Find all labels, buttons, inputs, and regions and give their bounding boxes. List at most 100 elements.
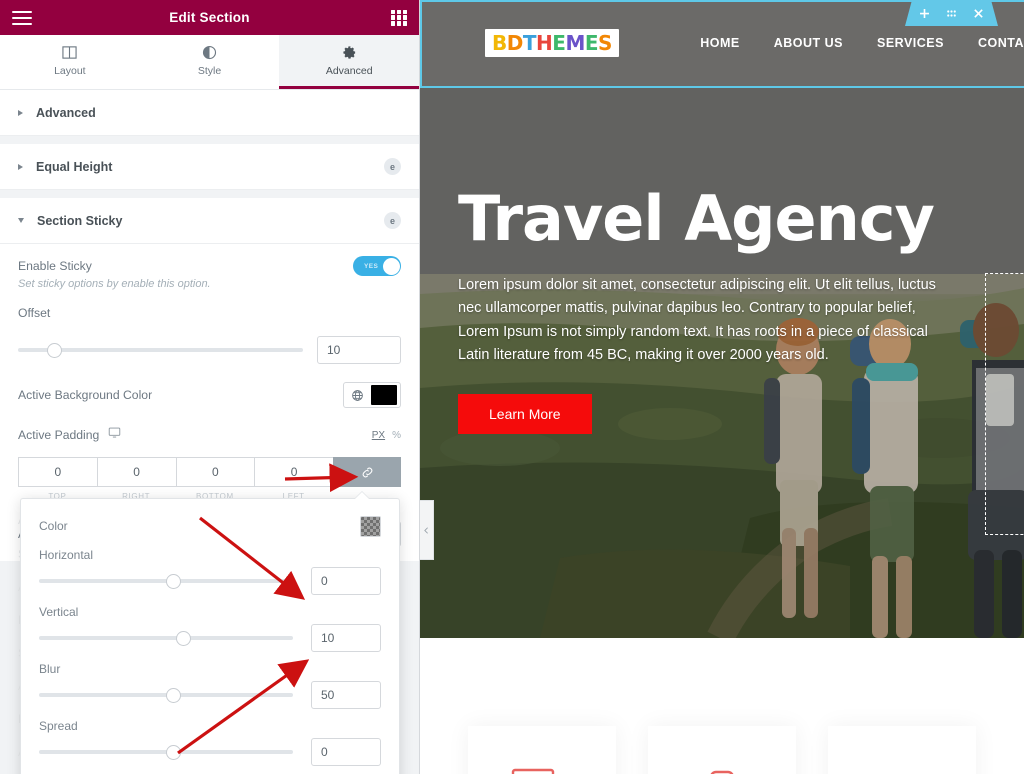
nav-item-home[interactable]: HOME — [700, 36, 740, 50]
slider-knob[interactable] — [166, 687, 181, 703]
hero-content: Travel Agency Lorem ipsum dolor sit amet… — [420, 88, 1024, 434]
shadow-vertical-label: Vertical — [39, 605, 79, 619]
site-nav: HOME ABOUT US SERVICES CONTA — [700, 36, 1024, 50]
logo-letter: T — [522, 31, 537, 55]
section-header-equal-height[interactable]: Equal Height e — [0, 144, 419, 190]
shadow-blur-group: Blur 50 — [39, 662, 381, 709]
shadow-blur-slider[interactable] — [39, 687, 293, 703]
active-padding-label: Active Padding — [18, 428, 100, 442]
padding-bottom-cell: 0 BOTTOM — [175, 457, 255, 501]
offset-slider-row: 10 — [18, 336, 401, 364]
shadow-blur-input[interactable]: 50 — [311, 681, 381, 709]
learn-more-button[interactable]: Learn More — [458, 393, 592, 434]
enable-sticky-toggle[interactable]: YES — [353, 256, 401, 276]
feature-card[interactable] — [648, 726, 796, 774]
section-header-advanced[interactable]: Advanced — [0, 90, 419, 136]
enable-sticky-label: Enable Sticky — [18, 259, 92, 273]
nav-item-about-us[interactable]: ABOUT US — [774, 36, 843, 50]
nav-item-services[interactable]: SERVICES — [877, 36, 944, 50]
shadow-blur-label: Blur — [39, 662, 61, 676]
padding-left-input[interactable]: 0 — [254, 457, 333, 487]
shadow-horizontal-label: Horizontal — [39, 548, 94, 562]
chevron-left-icon — [424, 526, 428, 534]
slider-knob[interactable] — [166, 744, 181, 760]
enable-sticky-hint: Set sticky options by enable this option… — [18, 278, 211, 290]
element-selection-outline — [985, 273, 1024, 535]
offset-label: Offset — [18, 306, 51, 320]
site-logo[interactable]: B D T H E M E S — [485, 29, 619, 57]
apps-grid-icon[interactable] — [391, 9, 407, 26]
section-header-section-sticky[interactable]: Section Sticky e — [0, 198, 419, 244]
logo-letter: E — [584, 31, 599, 55]
unit-px[interactable]: PX — [372, 430, 385, 441]
photos-icon — [511, 768, 555, 774]
padding-right-input[interactable]: 0 — [96, 457, 176, 487]
tab-advanced-label: Advanced — [325, 64, 373, 77]
site-preview: B D T H E M E S HOME ABOUT US SERVICES C… — [420, 0, 1024, 774]
shadow-spread-slider[interactable] — [39, 744, 293, 760]
site-header-section[interactable]: B D T H E M E S HOME ABOUT US SERVICES C… — [420, 0, 1024, 88]
link-icon[interactable] — [333, 457, 401, 487]
tab-advanced[interactable]: Advanced — [279, 35, 419, 89]
active-padding-row: Active Padding PX % — [18, 418, 401, 452]
shadow-horizontal-input[interactable]: 0 — [311, 567, 381, 595]
padding-top-input[interactable]: 0 — [18, 457, 97, 487]
unit-toggle: PX % — [372, 430, 401, 441]
plus-icon[interactable] — [918, 7, 931, 20]
shadow-vertical-input[interactable]: 10 — [311, 624, 381, 652]
globe-icon[interactable] — [344, 383, 371, 407]
tab-layout[interactable]: Layout — [0, 35, 140, 89]
tab-style[interactable]: Style — [140, 35, 280, 89]
padding-left-cell: 0 LEFT — [254, 457, 333, 501]
offset-slider-knob[interactable] — [46, 342, 62, 358]
unit-percent[interactable]: % — [392, 430, 401, 441]
offset-row: Offset — [18, 296, 401, 330]
slider-knob[interactable] — [176, 630, 192, 646]
active-padding-inputs: 0 TOP 0 RIGHT 0 BOTTOM 0 LEFT — [18, 457, 401, 501]
logo-letter: B — [492, 31, 507, 55]
section-divider — [0, 136, 419, 144]
chevron-down-icon — [18, 218, 24, 223]
pro-badge: e — [384, 158, 401, 175]
logo-letter: S — [598, 31, 612, 55]
feature-card[interactable] — [828, 726, 976, 774]
hamburger-menu-icon[interactable] — [12, 10, 32, 25]
active-background-color-row: Active Background Color — [18, 378, 401, 412]
panel-collapse-handle[interactable] — [420, 500, 434, 560]
padding-right-cell: 0 RIGHT — [96, 457, 176, 501]
active-background-color-label: Active Background Color — [18, 388, 153, 402]
offset-input[interactable]: 10 — [317, 336, 401, 364]
logo-letter: E — [552, 31, 566, 55]
layout-columns-icon — [62, 45, 77, 60]
airplane-icon — [869, 766, 935, 774]
shadow-color-label: Color — [39, 519, 68, 533]
padding-bottom-input[interactable]: 0 — [175, 457, 255, 487]
shadow-horizontal-group: Horizontal 0 — [39, 548, 381, 595]
panel-title: Edit Section — [169, 10, 250, 25]
nav-item-contact[interactable]: CONTA — [978, 36, 1024, 50]
shadow-color-swatch[interactable] — [360, 515, 381, 537]
close-icon[interactable] — [972, 7, 985, 20]
element-toolbar — [905, 0, 998, 26]
briefcase-icon — [710, 770, 734, 774]
pro-badge: e — [384, 212, 401, 229]
feature-card[interactable] — [468, 726, 616, 774]
section-label-section-sticky: Section Sticky — [37, 213, 123, 228]
desktop-icon[interactable] — [108, 426, 121, 444]
panel-header: Edit Section — [0, 0, 419, 35]
shadow-spread-input[interactable]: 0 — [311, 738, 381, 766]
active-background-color-control[interactable] — [343, 382, 401, 408]
shadow-horizontal-slider[interactable] — [39, 573, 293, 589]
elementor-editor-screen: Edit Section Layout Style Advanced Advan… — [0, 0, 1024, 774]
drag-handle-icon[interactable] — [945, 7, 958, 20]
active-background-color-swatch[interactable] — [371, 385, 397, 405]
gear-icon — [342, 45, 357, 60]
offset-slider[interactable] — [18, 342, 303, 358]
editor-panel: Edit Section Layout Style Advanced Advan… — [0, 0, 420, 774]
slider-knob[interactable] — [166, 573, 181, 589]
tab-layout-label: Layout — [54, 64, 86, 77]
logo-letter: M — [565, 31, 585, 55]
hero-section[interactable]: Travel Agency Lorem ipsum dolor sit amet… — [420, 88, 1024, 638]
padding-top-cell: 0 TOP — [18, 457, 97, 501]
shadow-vertical-slider[interactable] — [39, 630, 293, 646]
